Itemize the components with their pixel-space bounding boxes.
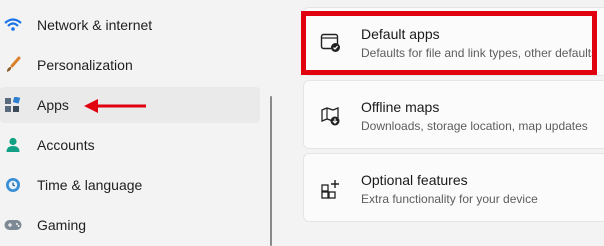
sidebar-item-label: Network & internet [37,17,153,33]
sidebar-scrollbar[interactable] [270,96,272,246]
card-default-apps[interactable]: Default apps Defaults for file and link … [303,7,604,76]
person-icon [4,136,22,154]
map-download-icon [320,105,342,127]
sidebar-item-label: Apps [37,97,69,113]
sidebar-item-gaming[interactable]: Gaming [0,207,260,243]
sidebar-item-label: Time & language [37,177,143,193]
sidebar-item-label: Gaming [37,217,87,233]
card-subtitle: Extra functionality for your device [361,192,538,206]
card-title: Offline maps [361,99,440,115]
sidebar-item-accounts[interactable]: Accounts [0,127,260,163]
gamepad-icon [4,216,22,234]
sidebar-item-personalization[interactable]: Personalization [0,47,260,83]
default-apps-icon [320,32,342,54]
card-subtitle: Downloads, storage location, map updates [361,119,588,133]
card-optional-features[interactable]: Optional features Extra functionality fo… [303,153,604,222]
add-features-icon [320,178,342,200]
card-subtitle: Defaults for file and link types, other … [361,46,598,60]
brush-icon [4,56,22,74]
apps-icon [4,96,22,114]
sidebar-item-time-language[interactable]: Time & language [0,167,260,203]
sidebar-item-label: Accounts [37,137,95,153]
wifi-icon [4,16,22,34]
card-title: Default apps [361,26,440,42]
sidebar-item-network[interactable]: Network & internet [0,7,260,43]
arrow-left-icon [84,99,146,113]
globe-clock-icon [4,176,22,194]
card-offline-maps[interactable]: Offline maps Downloads, storage location… [303,80,604,149]
card-title: Optional features [361,172,468,188]
sidebar-item-label: Personalization [37,57,133,73]
